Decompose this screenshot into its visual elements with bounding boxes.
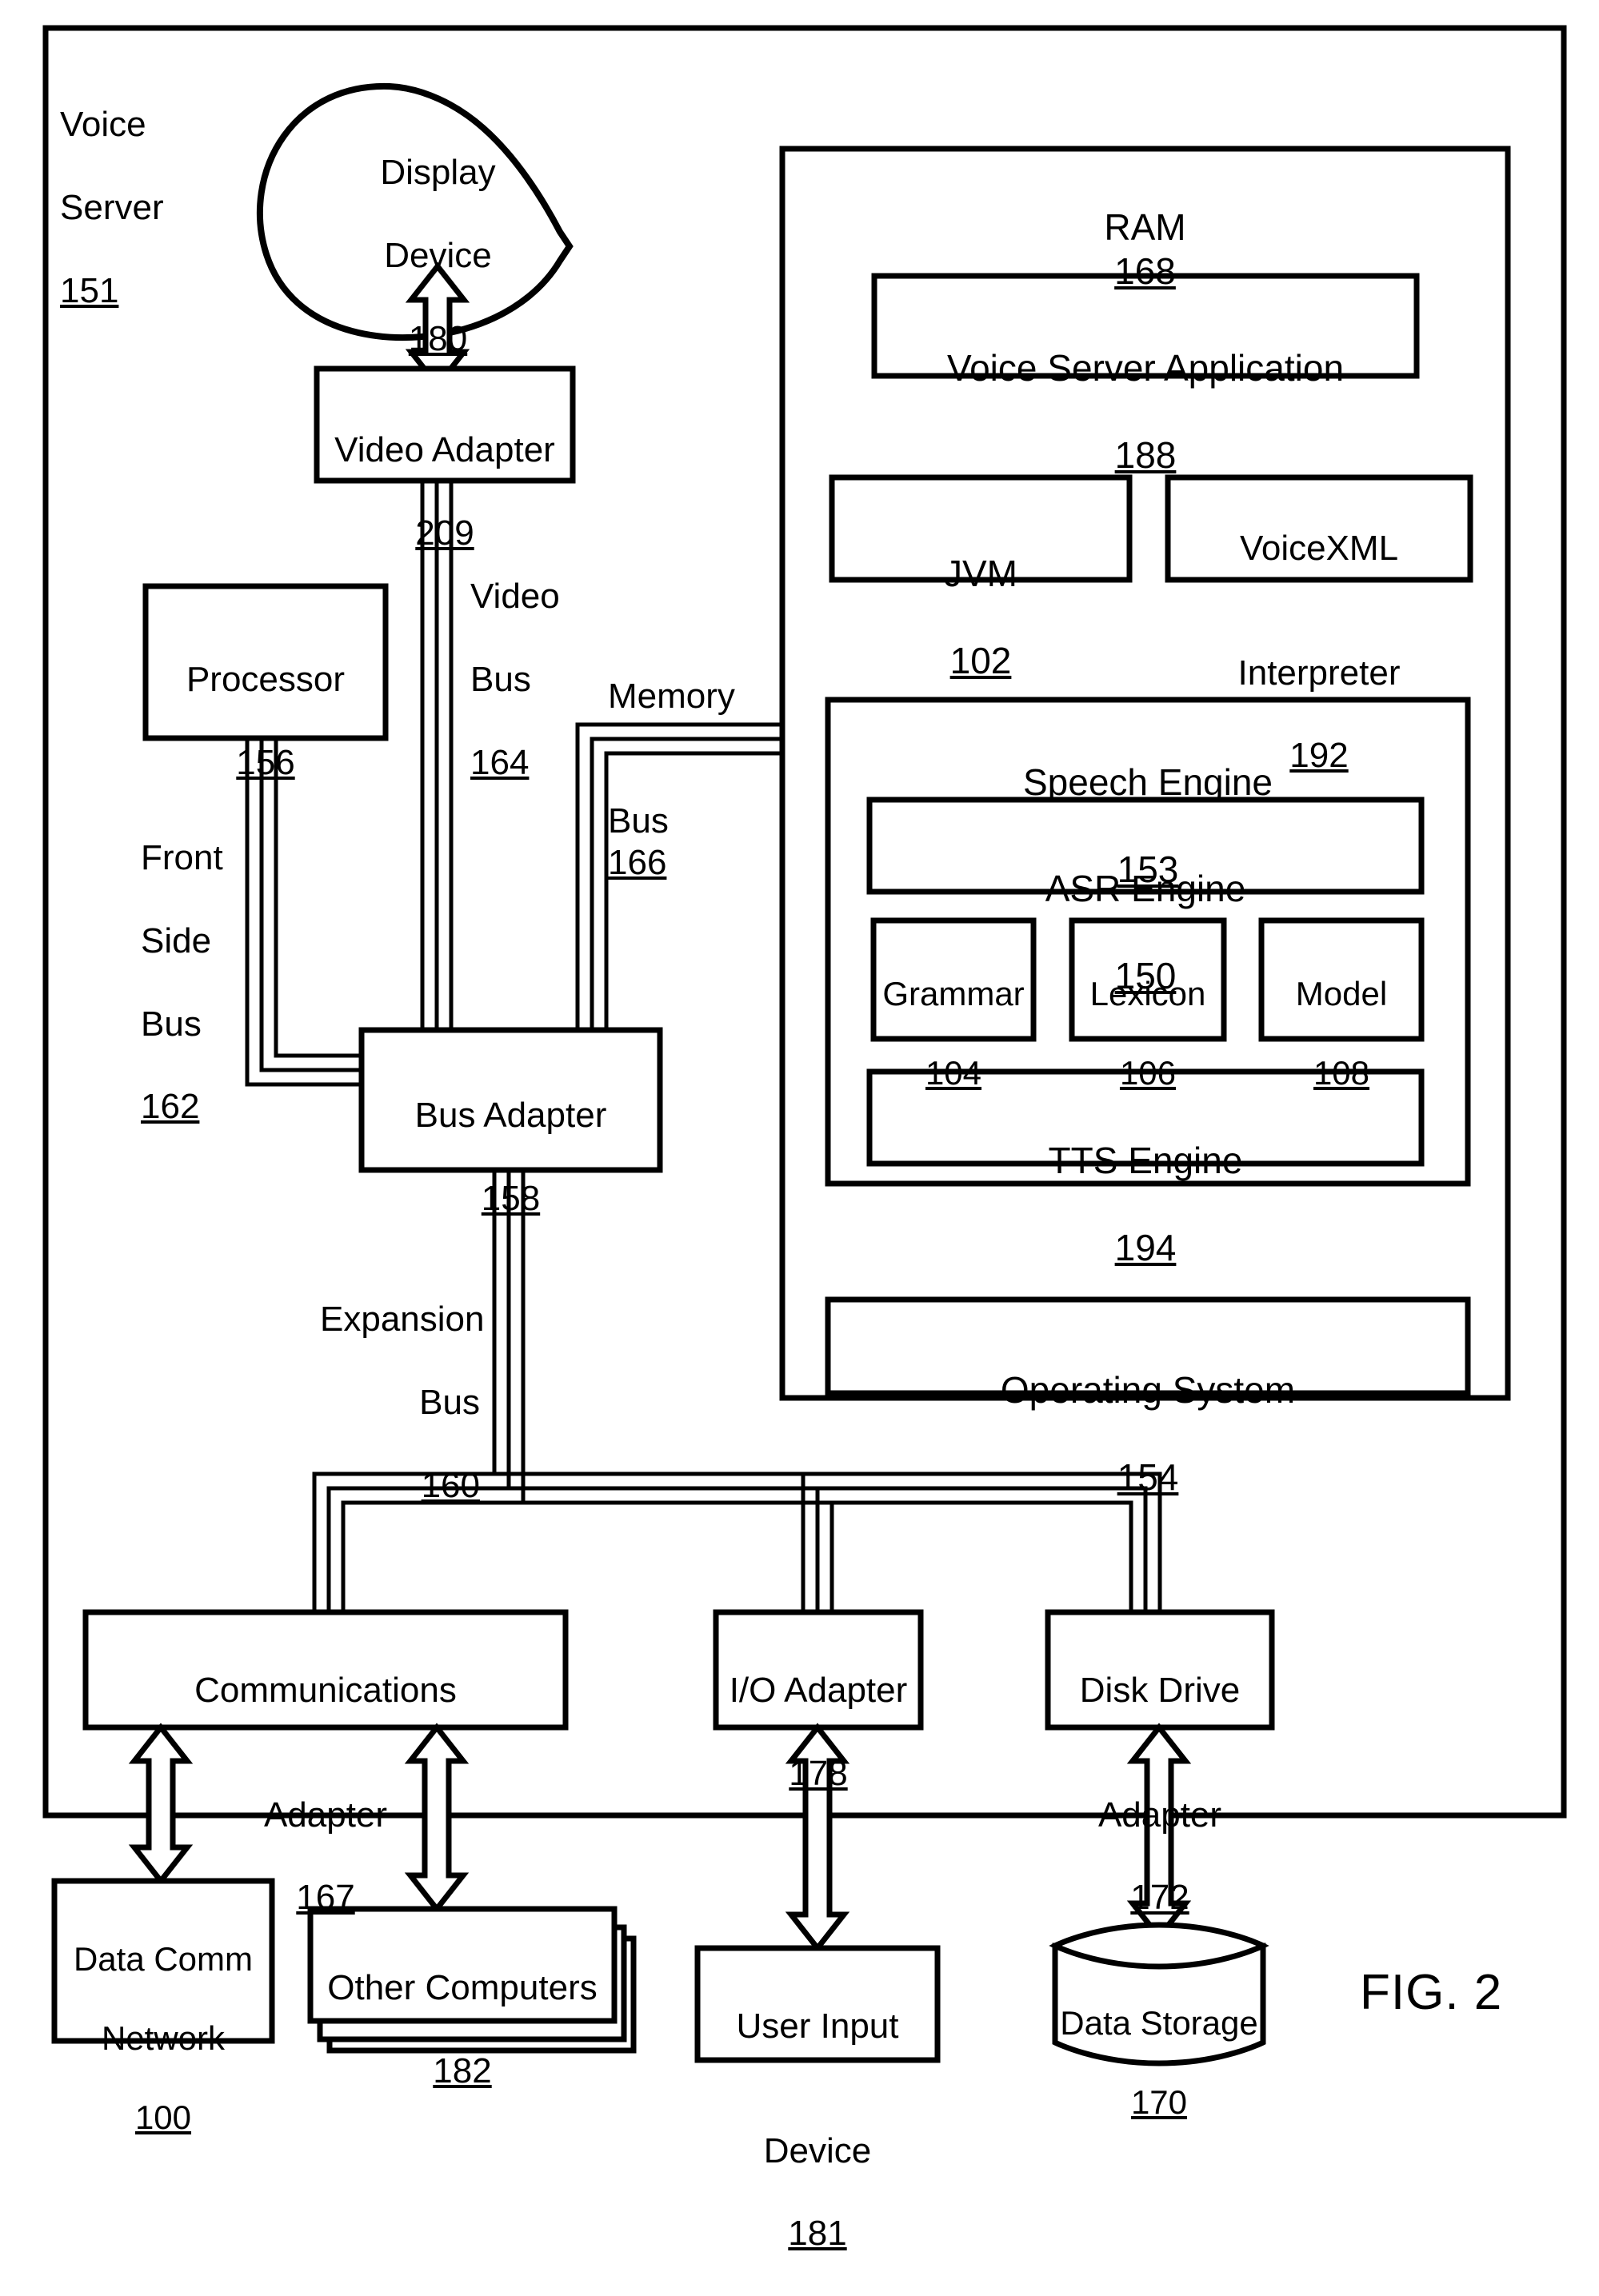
data-comm-network-label: Data Comm Network 100 (50, 1899, 277, 2177)
disk-drive-adapter-ref: 172 (1130, 1878, 1189, 1918)
grammar-ref: 104 (925, 1053, 982, 1092)
data-comm-network-line2: Network (101, 2018, 226, 2057)
data-storage-text: Data Storage (1060, 2003, 1258, 2042)
bus-adapter-text: Bus Adapter (414, 1095, 607, 1135)
ram-title: RAM 168 (782, 162, 1508, 293)
jvm-label: JVM 102 (832, 509, 1129, 682)
jvm-ref: 102 (949, 639, 1012, 681)
expansion-bus-line2: Bus (419, 1382, 480, 1422)
disk-drive-adapter-label: Disk Drive Adapter 172 (1041, 1628, 1278, 1960)
tts-engine-text: TTS Engine (1048, 1140, 1243, 1182)
user-input-device-line2: Device (763, 2130, 872, 2170)
jvm-text: JVM (944, 553, 1017, 595)
disk-drive-adapter-line2-wrap: Adapter 172 (1041, 1753, 1278, 1919)
voice-server-title-line1: Voice (60, 104, 146, 144)
other-computers-label: Other Computers 182 (310, 1926, 614, 2134)
memory-bus-line1: Memory (608, 676, 735, 716)
expansion-bus-ref: 160 (421, 1465, 480, 1505)
ram-ref: 168 (1114, 250, 1176, 292)
voice-server-ref: 151 (60, 270, 119, 310)
disk-drive-adapter-line2: Adapter (1097, 1795, 1222, 1835)
figure-canvas: Voice Server 151 Display Device 180 Vide… (0, 0, 1599, 2253)
data-storage-label: Data Storage 170 (1047, 1963, 1271, 2162)
voice-server-title-line2: Server (60, 187, 164, 227)
user-input-device-label: User Input Device 181 (698, 1964, 937, 2296)
communications-adapter-ref: 167 (296, 1878, 355, 1918)
video-adapter-text: Video Adapter (334, 429, 555, 469)
video-bus-ref: 164 (470, 742, 530, 782)
tts-engine-label: TTS Engine 194 (869, 1096, 1421, 1269)
asr-engine-text: ASR Engine (1045, 868, 1246, 910)
bus-adapter-ref: 158 (481, 1178, 541, 1218)
bus-adapter-label: Bus Adapter 158 (362, 1053, 660, 1261)
communications-adapter-line1: Communications (194, 1670, 457, 1710)
operating-system-label: Operating System 154 (828, 1325, 1468, 1499)
front-side-bus-label: Front Side Bus 162 (141, 796, 261, 1169)
display-device-label: Display Device 180 (328, 110, 548, 401)
ram-title-text: RAM (1104, 206, 1186, 249)
memory-bus-line2: Bus (608, 801, 669, 841)
io-adapter-text: I/O Adapter (729, 1670, 908, 1710)
voicexml-interpreter-line2: Interpreter (1237, 653, 1401, 693)
expansion-bus-line1: Expansion (320, 1299, 485, 1339)
figure-caption: FIG. 2 (1360, 1965, 1503, 2020)
model-ref: 108 (1313, 1053, 1370, 1092)
disk-drive-adapter-line1: Disk Drive (1079, 1670, 1241, 1710)
lexicon-ref: 106 (1119, 1053, 1177, 1092)
communications-adapter-line2-wrap: Adapter 167 (86, 1753, 566, 1919)
user-input-device-ref: 181 (788, 2214, 847, 2254)
communications-adapter-line2: Adapter (263, 1795, 388, 1835)
voice-server-application-label: Voice Server Application 188 (874, 303, 1417, 477)
voice-server-title: Voice Server 151 (60, 62, 252, 353)
front-side-bus-line2: Side (141, 920, 212, 960)
processor-text: Processor (186, 659, 346, 699)
processor-label: Processor 156 (146, 617, 386, 825)
expansion-bus-label: Expansion Bus 160 (320, 1257, 485, 1547)
display-device-line2: Device (384, 235, 492, 275)
lexicon-text: Lexicon (1089, 974, 1206, 1012)
voice-server-application-ref: 188 (1114, 433, 1177, 476)
memory-bus-ref: 166 (608, 842, 667, 882)
user-input-device-line1: User Input (736, 2006, 899, 2046)
tts-engine-ref: 194 (1114, 1226, 1177, 1268)
video-bus-line2: Bus (470, 659, 531, 699)
front-side-bus-ref: 162 (141, 1087, 200, 1127)
data-comm-network-line1: Data Comm (73, 1939, 254, 1978)
data-storage-ref: 170 (1130, 2082, 1188, 2121)
display-device-line1: Display (380, 152, 496, 192)
operating-system-ref: 154 (1117, 1455, 1179, 1498)
processor-ref: 156 (236, 742, 295, 782)
data-comm-network-ref: 100 (134, 2098, 192, 2136)
operating-system-text: Operating System (1000, 1369, 1296, 1412)
other-computers-ref: 182 (433, 2050, 492, 2090)
voicexml-interpreter-line1: VoiceXML (1239, 528, 1399, 568)
io-adapter-ref: 178 (789, 1753, 848, 1793)
memory-bus-label: Memory Bus 166 (608, 634, 792, 924)
user-input-device-line2-wrap: Device 181 (698, 2089, 937, 2255)
front-side-bus-line3: Bus (141, 1004, 202, 1044)
front-side-bus-line1: Front (141, 837, 223, 877)
io-adapter-label: I/O Adapter 178 (709, 1628, 928, 1836)
video-bus-label: Video Bus 164 (470, 534, 606, 825)
other-computers-text: Other Computers (327, 1967, 598, 2007)
display-device-ref: 180 (408, 318, 468, 358)
voice-server-application-text: Voice Server Application (946, 347, 1345, 389)
speech-engine-title-text: Speech Engine (1022, 761, 1273, 804)
memory-bus-line2-ref: Bus 166 (608, 759, 792, 884)
model-text: Model (1295, 974, 1388, 1012)
grammar-text: Grammar (882, 974, 1025, 1012)
video-bus-line1: Video (470, 576, 560, 616)
